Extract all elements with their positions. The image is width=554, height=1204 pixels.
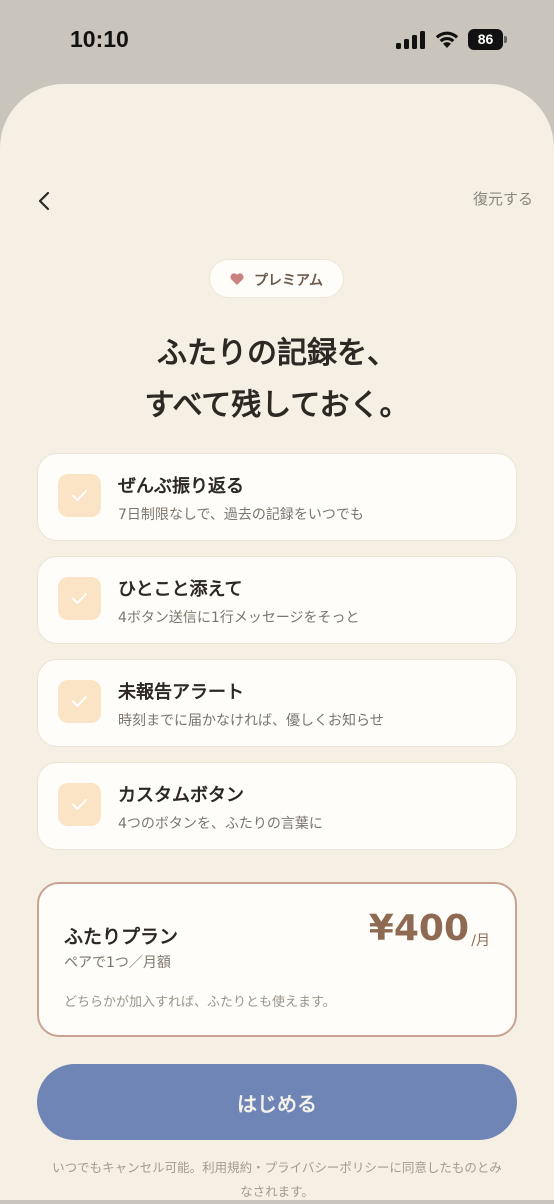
checkbox bbox=[58, 474, 101, 517]
heart-icon bbox=[230, 273, 244, 285]
feature-card: カスタムボタン 4つのボタンを、ふたりの言葉に bbox=[37, 762, 517, 850]
check-icon bbox=[72, 696, 87, 707]
title-line-2: すべて残しておく。 bbox=[144, 388, 410, 423]
status-bar: 10:10 86 bbox=[0, 0, 554, 84]
checkbox bbox=[58, 680, 101, 723]
status-time: 10:10 bbox=[70, 26, 129, 52]
plan-card[interactable]: ふたりプラン ペアで1つ／月額 ¥400 /月 どちらかが加入すれば、ふたりとも… bbox=[37, 882, 517, 1037]
feature-description: 7日制限なしで、過去の記録をいつでも bbox=[118, 507, 364, 523]
feature-description: 4つのボタンを、ふたりの言葉に bbox=[118, 816, 323, 832]
plan-subtitle: ペアで1つ／月額 bbox=[64, 955, 171, 971]
title-line-1: ふたりの記録を、 bbox=[157, 336, 397, 371]
back-button[interactable] bbox=[28, 184, 62, 218]
plan-price-unit: /月 bbox=[471, 933, 490, 949]
checkbox bbox=[58, 577, 101, 620]
restore-purchases-link[interactable]: 復元する bbox=[473, 188, 533, 209]
plan-price: ¥400 bbox=[368, 908, 469, 949]
battery-icon: 86 bbox=[468, 29, 507, 50]
feature-description: 4ボタン送信に1行メッセージをそっと bbox=[118, 610, 360, 626]
feature-description: 時刻までに届かなければ、優しくお知らせ bbox=[118, 713, 384, 729]
wifi-icon bbox=[435, 31, 459, 48]
cellular-signal-icon bbox=[396, 31, 426, 49]
feature-title: ひとこと添えて bbox=[118, 579, 243, 600]
terms-note: いつでもキャンセル可能。利用規約・プライバシーポリシーに同意したものとみ なされ… bbox=[34, 1156, 520, 1204]
plan-note: どちらかが加入すれば、ふたりとも使えます。 bbox=[64, 995, 336, 1010]
premium-label: プレミアム bbox=[254, 273, 324, 289]
paywall-sheet: 復元する プレミアム ふたりの記録を、 すべて残しておく。 ぜんぶ振り返る 7日… bbox=[0, 84, 554, 1200]
chevron-left-icon bbox=[38, 191, 50, 211]
start-button[interactable]: はじめる bbox=[37, 1064, 517, 1140]
premium-badge: プレミアム bbox=[210, 260, 343, 297]
terms-line-2: なされます。 bbox=[240, 1184, 314, 1199]
feature-card: ぜんぶ振り返る 7日制限なしで、過去の記録をいつでも bbox=[37, 453, 517, 541]
feature-title: ぜんぶ振り返る bbox=[118, 476, 244, 497]
terms-line-1: いつでもキャンセル可能。利用規約・プライバシーポリシーに同意したものとみ bbox=[52, 1160, 502, 1175]
check-icon bbox=[72, 593, 87, 604]
feature-title: カスタムボタン bbox=[118, 785, 244, 806]
check-icon bbox=[72, 799, 87, 810]
page-title: ふたりの記録を、 すべて残しておく。 bbox=[0, 328, 554, 432]
plan-name: ふたりプラン bbox=[64, 926, 179, 948]
battery-level: 86 bbox=[468, 29, 503, 50]
feature-title: 未報告アラート bbox=[118, 682, 244, 703]
feature-card: 未報告アラート 時刻までに届かなければ、優しくお知らせ bbox=[37, 659, 517, 747]
check-icon bbox=[72, 490, 87, 501]
checkbox bbox=[58, 783, 101, 826]
feature-card: ひとこと添えて 4ボタン送信に1行メッセージをそっと bbox=[37, 556, 517, 644]
